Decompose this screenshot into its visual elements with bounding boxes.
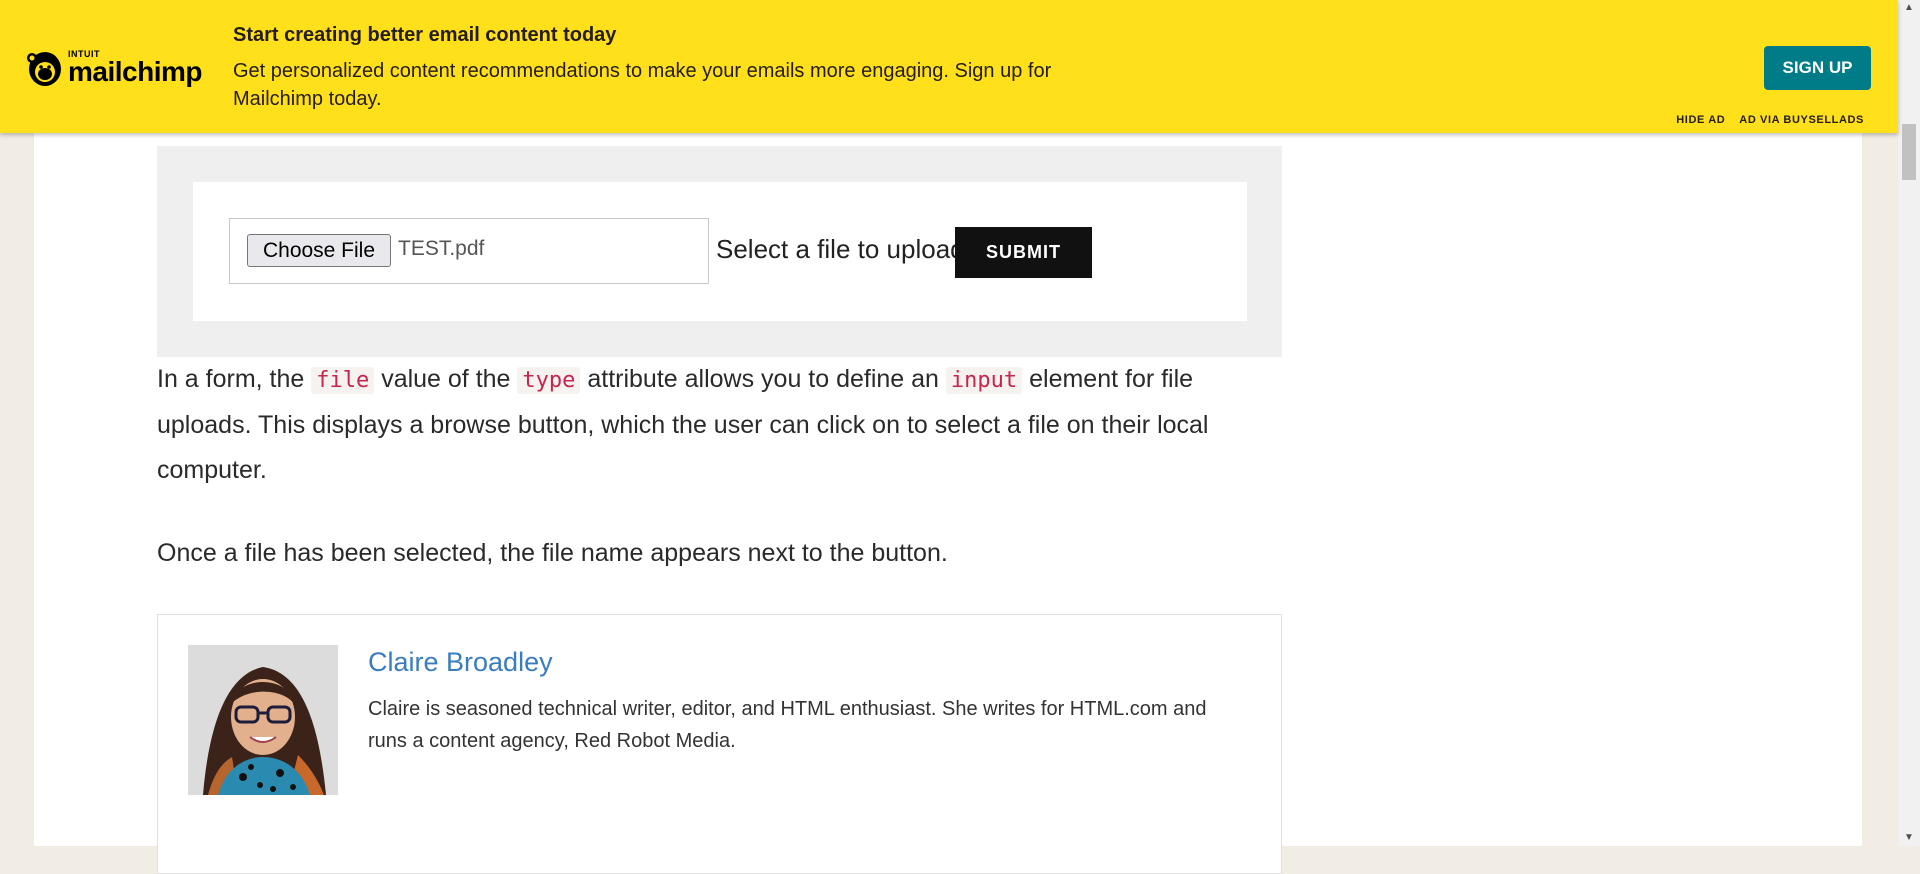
author-bio-box: Claire Broadley Claire is seasoned techn… (157, 614, 1282, 874)
text-fragment: value of the (381, 365, 511, 393)
article-paragraph: In a form, the file value of the type at… (157, 357, 1282, 493)
ad-body-text[interactable]: Get personalized content recommendations… (233, 57, 1113, 113)
author-avatar (188, 645, 338, 795)
ad-headline[interactable]: Start creating better email content toda… (233, 24, 616, 47)
author-description: Claire is seasoned technical writer, edi… (368, 698, 1207, 752)
file-input-label: Select a file to upload (716, 234, 965, 264)
demo-output-panel: Choose File TEST.pdf Select a file to up… (157, 146, 1282, 357)
mailchimp-logo[interactable]: INTUIT mailchimp (26, 48, 202, 88)
logo-wordmark: INTUIT mailchimp (68, 50, 202, 86)
article-paragraph: Once a file has been selected, the file … (157, 539, 948, 567)
choose-file-button[interactable]: Choose File (247, 234, 391, 267)
mailchimp-freddie-icon (27, 52, 61, 86)
demo-form: Choose File TEST.pdf Select a file to up… (193, 182, 1247, 321)
scroll-thumb[interactable] (1902, 124, 1916, 180)
hide-ad-link[interactable]: HIDE AD (1676, 114, 1725, 126)
sign-up-button[interactable]: SIGN UP (1764, 46, 1871, 90)
scroll-down-arrow-icon[interactable]: ▼ (1898, 830, 1920, 846)
ad-links: HIDE AD AD VIA BUYSELLADS (1676, 114, 1864, 126)
text-fragment: In a form, the (157, 365, 305, 393)
scroll-up-arrow-icon[interactable]: ▲ (1898, 0, 1920, 16)
ad-banner: INTUIT mailchimp Start creating better e… (0, 0, 1898, 133)
logo-mailchimp-text: mailchimp (68, 56, 202, 87)
file-input[interactable]: Choose File TEST.pdf (229, 218, 709, 284)
author-name-link[interactable]: Claire Broadley (368, 647, 553, 678)
inline-code: type (517, 367, 581, 394)
inline-code: input (945, 367, 1023, 394)
ad-via-buysellads-link[interactable]: AD VIA BUYSELLADS (1739, 114, 1864, 126)
text-fragment: attribute allows you to define an (587, 365, 939, 393)
inline-code: file (311, 367, 375, 394)
vertical-scrollbar[interactable]: ▲ ▼ (1898, 0, 1920, 846)
selected-file-name: TEST.pdf (398, 237, 485, 260)
submit-button[interactable]: SUBMIT (955, 227, 1092, 278)
